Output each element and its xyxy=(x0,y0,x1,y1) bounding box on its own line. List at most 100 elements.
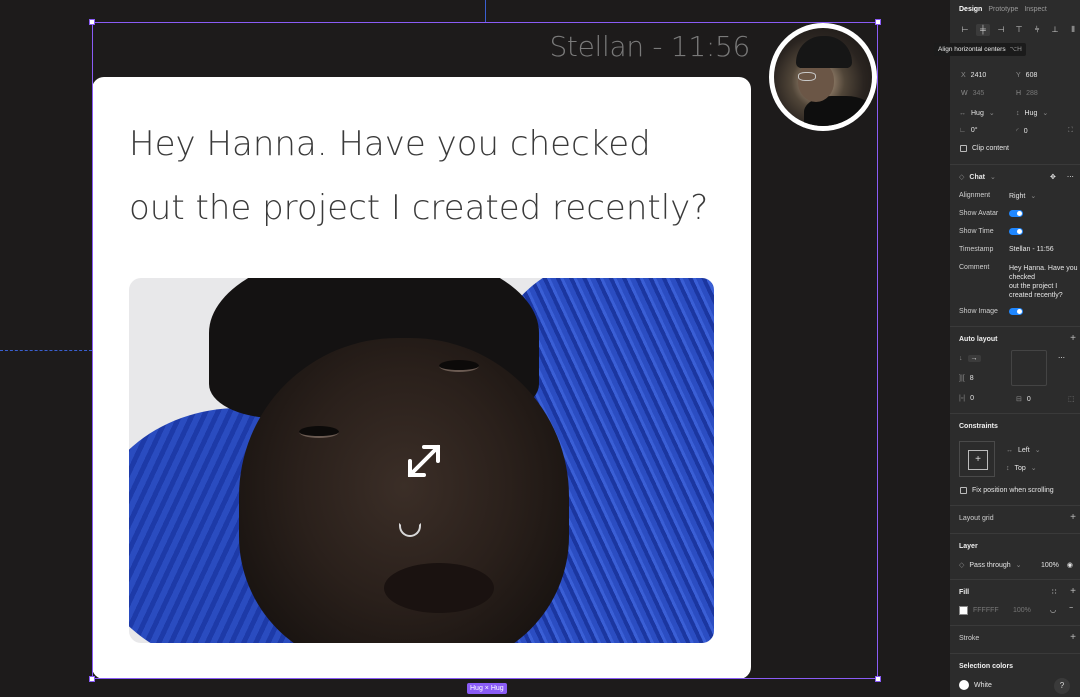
divider xyxy=(950,579,1080,580)
w-value: 345 xyxy=(972,90,985,97)
tab-inspect[interactable]: Inspect xyxy=(1024,6,1047,13)
w-field[interactable]: W 345 xyxy=(961,90,984,97)
chevron-down-icon: ⌄ xyxy=(1034,447,1041,454)
add-fill-icon[interactable]: + xyxy=(1070,586,1076,597)
vertical-constraint-icon: ↕ xyxy=(1006,464,1010,472)
alignment-grid[interactable] xyxy=(1011,350,1047,386)
rotation-field[interactable]: ∟ 0° xyxy=(959,127,978,134)
chevron-down-icon: ⌄ xyxy=(1030,193,1037,200)
add-layout-grid-icon[interactable]: + xyxy=(1070,512,1076,523)
item-spacing-field[interactable]: ]|[8 xyxy=(959,375,974,382)
add-stroke-icon[interactable]: + xyxy=(1070,632,1076,643)
independent-corners-icon[interactable]: ⛶ xyxy=(1068,127,1073,135)
selection-colors-title: Selection colors xyxy=(959,663,1014,670)
prop-show-avatar xyxy=(1009,210,1023,217)
direction-down-icon[interactable]: ↓ xyxy=(959,355,963,362)
visibility-eye-icon[interactable]: ◉ xyxy=(1067,561,1073,569)
more-options-icon[interactable]: ⋯ xyxy=(1058,354,1065,362)
selection-color-white[interactable]: White xyxy=(959,680,992,690)
vertical-constraint-select[interactable]: ↕ Top ⌄ xyxy=(1006,464,1037,473)
corner-radius-field[interactable]: ◜ 0 xyxy=(1016,127,1028,136)
component-header[interactable]: ◇ Chat ⌄ xyxy=(959,173,996,182)
selection-frame[interactable] xyxy=(92,22,878,679)
show-avatar-toggle[interactable] xyxy=(1009,210,1023,217)
layer-opacity-field[interactable]: 100% ◉ xyxy=(1041,561,1073,570)
more-options-icon[interactable]: ⋯ xyxy=(1067,173,1074,181)
w-label: W xyxy=(961,90,968,97)
fill-styles-icon[interactable]: ∷ xyxy=(1052,588,1056,596)
resize-handle-tr[interactable] xyxy=(875,19,881,25)
fill-swatch[interactable] xyxy=(959,606,968,615)
comment-line: created recently? xyxy=(1009,292,1063,299)
fix-scroll-checkbox[interactable] xyxy=(960,487,967,494)
vertical-padding-value: 0 xyxy=(1026,395,1031,403)
comment-line: Hey Hanna. Have you xyxy=(1009,265,1078,272)
corner-radius-value: 0 xyxy=(1023,127,1028,135)
align-vertical-centers-icon[interactable]: ⫩ xyxy=(1030,24,1044,36)
show-time-toggle[interactable] xyxy=(1009,228,1023,235)
vertical-padding-field[interactable]: ⊟ 0 xyxy=(1016,395,1031,404)
blend-mode-select[interactable]: ◇ Pass through ⌄ xyxy=(959,561,1022,570)
fill-title: Fill xyxy=(959,589,970,596)
chevron-down-icon: ⌄ xyxy=(989,174,996,181)
prop-alignment-select[interactable]: Right ⌄ xyxy=(1009,192,1037,201)
remove-fill-icon[interactable]: − xyxy=(1069,605,1073,612)
prop-show-avatar-label: Show Avatar xyxy=(959,210,999,217)
add-auto-layout-icon[interactable]: + xyxy=(1070,333,1076,344)
align-bottom-icon[interactable]: ⊥ xyxy=(1048,24,1062,36)
resize-handle-bl[interactable] xyxy=(89,676,95,682)
chevron-down-icon: ⌄ xyxy=(1015,562,1022,569)
component-name: Chat xyxy=(969,173,985,181)
resize-handle-tl[interactable] xyxy=(89,19,95,25)
fix-scroll-toggle[interactable]: Fix position when scrolling xyxy=(960,487,1054,494)
help-button[interactable]: ? xyxy=(1054,678,1070,694)
design-canvas[interactable]: Stellan - 11:56 Hey Hanna. Have you chec… xyxy=(0,0,950,697)
fill-color-row[interactable]: FFFFFF xyxy=(959,606,999,615)
align-left-icon[interactable]: ⊢ xyxy=(958,24,972,36)
prop-show-image xyxy=(1009,308,1023,315)
chevron-down-icon: ⌄ xyxy=(988,110,995,117)
hug-height-select[interactable]: ↕ Hug ⌄ xyxy=(1016,109,1048,118)
divider xyxy=(950,625,1080,626)
horizontal-constraint-icon: ↔ xyxy=(1006,446,1013,454)
align-horizontal-centers-icon[interactable]: ╪ xyxy=(976,24,990,36)
blend-mode-value: Pass through xyxy=(969,561,1011,569)
alignment-toolbar: ⊢ ╪ ⊣ ⊤ ⫩ ⊥ ⫴ xyxy=(958,24,1080,36)
prop-timestamp-input[interactable]: Stellan - 11:56 xyxy=(1009,246,1054,253)
horizontal-constraint-value: Left xyxy=(1018,446,1030,454)
fill-visibility-icon[interactable]: ◡ xyxy=(1050,606,1056,614)
selection-color-name: White xyxy=(974,681,992,689)
selection-color-swatch[interactable] xyxy=(959,680,969,690)
tab-design[interactable]: Design xyxy=(959,6,982,13)
hug-width-value: Hug xyxy=(971,109,984,117)
x-field[interactable]: X 2410 xyxy=(961,72,986,79)
prop-comment-input[interactable]: Hey Hanna. Have you checked out the proj… xyxy=(1009,264,1077,300)
constraints-title: Constraints xyxy=(959,423,998,430)
prop-alignment-label: Alignment xyxy=(959,192,991,199)
show-image-toggle[interactable] xyxy=(1009,308,1023,315)
hug-width-select[interactable]: ↔ Hug ⌄ xyxy=(959,109,995,118)
h-field[interactable]: H 288 xyxy=(1016,90,1038,97)
horizontal-constraint-select[interactable]: ↔ Left ⌄ xyxy=(1006,446,1041,455)
fill-opacity-value[interactable]: 100% xyxy=(1013,607,1031,614)
horizontal-padding-field[interactable]: |▫| 0 xyxy=(959,395,974,402)
tab-prototype[interactable]: Prototype xyxy=(988,6,1018,13)
y-field[interactable]: Y 608 xyxy=(1016,72,1037,79)
individual-padding-icon[interactable]: ⬚ xyxy=(1068,395,1075,403)
move-icon[interactable]: ✥ xyxy=(1050,173,1056,181)
horizontal-padding-value: 0 xyxy=(970,395,975,402)
prop-alignment-value: Right xyxy=(1009,192,1026,200)
clip-content-toggle[interactable]: Clip content xyxy=(960,145,1009,152)
constraint-widget[interactable]: + xyxy=(959,441,995,477)
divider xyxy=(950,326,1080,327)
clip-content-checkbox[interactable] xyxy=(960,145,967,152)
align-right-icon[interactable]: ⊣ xyxy=(994,24,1008,36)
resize-handle-br[interactable] xyxy=(875,676,881,682)
direction-right-icon[interactable]: → xyxy=(967,355,981,362)
layout-guide-vertical xyxy=(485,0,486,22)
align-top-icon[interactable]: ⊤ xyxy=(1012,24,1026,36)
distribute-icon[interactable]: ⫴ xyxy=(1066,24,1080,36)
blend-mode-icon: ◇ xyxy=(959,562,965,569)
tooltip: Align horizontal centers ⌥H xyxy=(934,43,1026,56)
layer-opacity-value: 100% xyxy=(1041,561,1059,569)
